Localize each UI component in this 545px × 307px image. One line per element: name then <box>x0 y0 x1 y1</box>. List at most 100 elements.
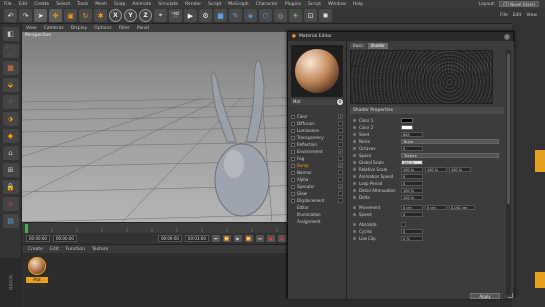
z-axis-lock-icon[interactable]: Z <box>139 9 152 22</box>
material-name-field[interactable]: Mat <box>291 99 336 105</box>
light-icon[interactable]: ✺ <box>319 9 332 22</box>
model-mode-icon[interactable]: ⬛ <box>2 44 19 58</box>
relative-scale-z-field[interactable]: 100 % <box>449 167 471 172</box>
anim-dot[interactable] <box>353 147 356 150</box>
menu-plugins[interactable]: Plugins <box>285 2 301 7</box>
channel-bump-checkbox[interactable]: ✓ <box>338 163 343 168</box>
vp-menu-options[interactable]: Options <box>94 26 111 31</box>
mm-menu-function[interactable]: Function <box>66 247 85 252</box>
channel-luminance[interactable]: Luminance <box>291 127 343 134</box>
material-editor-titlebar[interactable]: ● Material Editor × <box>288 32 513 41</box>
color1-swatch[interactable] <box>401 118 413 123</box>
nurbs-icon[interactable]: ◈ <box>244 9 257 22</box>
menu-simulate[interactable]: Simulate <box>158 2 178 7</box>
goto-end-icon[interactable]: ⏭ <box>255 235 264 242</box>
menu-script[interactable]: Script <box>208 2 221 7</box>
channel-alpha-checkbox[interactable] <box>338 177 343 182</box>
channel-glow-checkbox[interactable] <box>338 191 343 196</box>
axis-mode-icon[interactable]: ⬙ <box>2 78 19 92</box>
anim-dot[interactable] <box>353 237 356 240</box>
anim-dot[interactable] <box>353 206 356 209</box>
spline-pen-icon[interactable]: ✎ <box>229 9 242 22</box>
channel-reflection[interactable]: Reflection <box>291 141 343 148</box>
prev-key-icon[interactable]: ⏪ <box>222 235 231 242</box>
relative-scale-x-field[interactable]: 100 % <box>401 167 423 172</box>
next-key-icon[interactable]: ⏩ <box>244 235 253 242</box>
autokey-icon[interactable]: ◉ <box>277 235 286 242</box>
end-frame-field[interactable]: 00:09:00 <box>157 235 182 242</box>
speed-field[interactable]: 0 <box>401 212 423 217</box>
section-assignment[interactable]: Assignment <box>291 218 343 225</box>
movement-y-field[interactable]: 0 cm <box>425 205 447 210</box>
properties-scrollbar[interactable] <box>506 50 511 295</box>
relative-scale-y-field[interactable]: 100 % <box>425 167 447 172</box>
side-tab-objects[interactable] <box>535 150 545 172</box>
edges-mode-icon[interactable]: ⬗ <box>2 112 19 126</box>
render-picture-icon[interactable]: ▶ <box>184 9 197 22</box>
close-icon[interactable]: × <box>504 33 510 40</box>
menu-snap[interactable]: Snap <box>114 2 125 7</box>
channel-specular[interactable]: Specular ✓ <box>291 183 343 190</box>
x-axis-lock-icon[interactable]: X <box>109 9 122 22</box>
lock-icon[interactable]: 🔒 <box>2 180 19 194</box>
vp-menu-display[interactable]: Display <box>71 26 88 31</box>
magnet-icon[interactable]: ∩ <box>2 197 19 211</box>
menu-animate[interactable]: Animate <box>132 2 151 7</box>
menu-character[interactable]: Character <box>256 2 278 7</box>
rotate-icon[interactable]: ↻ <box>79 9 92 22</box>
recent-tool-icon[interactable]: ✱ <box>94 9 107 22</box>
anim-dot[interactable] <box>353 189 356 192</box>
start-frame-field[interactable]: 00:00:00 <box>26 235 50 242</box>
octaves-field[interactable]: 5 <box>401 146 423 151</box>
anim-dot[interactable] <box>353 223 356 226</box>
mm-menu-create[interactable]: Create <box>28 247 43 252</box>
grid-icon[interactable]: ▤ <box>2 214 19 228</box>
menu-mograph[interactable]: MoGraph <box>228 2 248 7</box>
anim-dot[interactable] <box>353 126 356 129</box>
global-scale-field[interactable]: 100 % <box>401 160 423 165</box>
points-mode-icon[interactable]: ⁘ <box>2 95 19 109</box>
vp-menu-filter[interactable]: Filter <box>119 26 130 31</box>
apply-button[interactable]: Apply <box>470 293 500 299</box>
menu-mesh[interactable]: Mesh <box>95 2 107 7</box>
channel-reflection-checkbox[interactable] <box>338 142 343 147</box>
channel-diffusion-checkbox[interactable] <box>338 121 343 126</box>
material-swatch[interactable] <box>28 257 46 275</box>
current-frame-field[interactable]: 00:00:00 <box>52 235 77 242</box>
end-frame-field-2[interactable]: 00:03:00 <box>184 235 209 242</box>
menu-edit[interactable]: Edit <box>19 2 28 7</box>
material-preview[interactable] <box>291 45 343 97</box>
coordinate-system-icon[interactable]: ⌖ <box>154 9 167 22</box>
loop-period-field[interactable]: 0 <box>401 181 423 186</box>
channel-color[interactable]: Color ✓ <box>291 113 343 120</box>
anim-dot[interactable] <box>353 230 356 233</box>
cycles-field[interactable]: 0 <box>401 229 423 234</box>
play-icon[interactable]: ▶ <box>233 235 242 242</box>
y-axis-lock-icon[interactable]: Y <box>124 9 137 22</box>
delta-field[interactable]: 100 % <box>401 195 423 200</box>
tab-shader[interactable]: Shader <box>367 43 388 49</box>
mm-menu-edit[interactable]: Edit <box>50 247 59 252</box>
scrollbar-thumb[interactable] <box>507 54 510 204</box>
section-editor[interactable]: Editor <box>291 204 343 211</box>
select-arrow-icon[interactable]: ➤ <box>34 9 47 22</box>
anim-dot[interactable] <box>353 154 356 157</box>
menu-tools[interactable]: Tools <box>77 2 88 7</box>
vp-menu-panel[interactable]: Panel <box>137 26 149 31</box>
anim-dot[interactable] <box>353 161 356 164</box>
channel-fog[interactable]: Fog <box>291 155 343 162</box>
channel-transparency-checkbox[interactable] <box>338 135 343 140</box>
section-illumination[interactable]: Illumination <box>291 211 343 218</box>
menu-script-2[interactable]: Script <box>308 2 321 7</box>
menu-render[interactable]: Render <box>185 2 201 7</box>
menu-help[interactable]: Help <box>353 2 363 7</box>
channel-transparency[interactable]: Transparency <box>291 134 343 141</box>
deformer-icon[interactable]: ◎ <box>274 9 287 22</box>
channel-environment[interactable]: Environment ✓ <box>291 148 343 155</box>
menu-window[interactable]: Window <box>328 2 346 7</box>
channel-normal[interactable]: Normal <box>291 169 343 176</box>
camera-icon[interactable]: ⊡ <box>304 9 317 22</box>
menu-file[interactable]: File <box>4 2 12 7</box>
gear-icon[interactable]: ⚙ <box>337 99 343 105</box>
render-view-icon[interactable]: 🎬 <box>169 9 182 22</box>
